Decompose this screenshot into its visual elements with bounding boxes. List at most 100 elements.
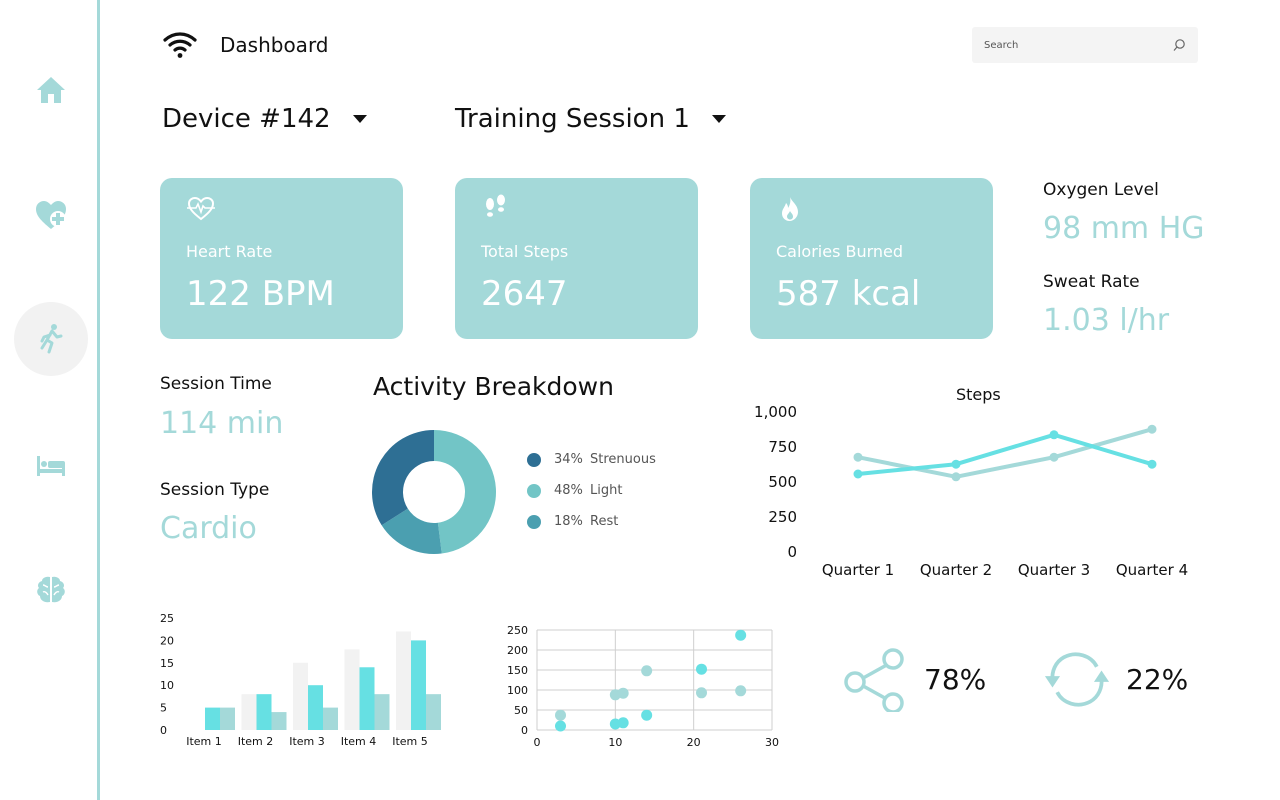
bar: [293, 662, 308, 730]
share-icon[interactable]: [842, 646, 908, 712]
share-pct: 78%: [924, 662, 987, 696]
legend-pct: 34%: [554, 452, 583, 467]
legend-label: Rest: [590, 514, 619, 529]
bed-icon: [37, 456, 65, 476]
scatter-point: [641, 709, 653, 721]
bar: [359, 667, 375, 730]
oxygen-label: Oxygen Level: [1043, 180, 1159, 200]
bar: [205, 707, 220, 730]
legend-rest: 18% Rest: [527, 514, 618, 529]
x-tick-label: Item 4: [341, 735, 377, 748]
total-steps-value: 2647: [481, 274, 568, 314]
scatter-chart: 0 50 100 150 200 250 0 10 20 30: [507, 624, 779, 749]
y-tick-label: 0: [521, 724, 528, 737]
bar: [323, 707, 338, 730]
bar: [344, 649, 360, 730]
series-point: [1049, 430, 1059, 440]
sweat-label: Sweat Rate: [1043, 272, 1140, 292]
y-tick-label: 15: [160, 657, 174, 670]
sidebar: [0, 0, 100, 800]
device-select-value: Device #142: [162, 104, 331, 134]
total-steps-card[interactable]: Total Steps 2647: [455, 178, 698, 339]
scatter-point: [617, 717, 629, 729]
y-tick-label: 20: [160, 634, 174, 647]
y-tick-label: 200: [507, 644, 528, 657]
series-point: [1049, 452, 1059, 462]
session-type-label: Session Type: [160, 480, 270, 500]
search-box[interactable]: [972, 27, 1198, 63]
x-tick-label: Quarter 2: [920, 561, 992, 579]
y-tick-label: 5: [160, 702, 167, 715]
series-point: [951, 472, 961, 482]
search-input[interactable]: [984, 39, 1172, 51]
legend-dot: [527, 483, 541, 498]
scatter-point: [696, 663, 707, 675]
sync-icon[interactable]: [1044, 646, 1110, 712]
heart-rate-card[interactable]: Heart Rate 122 BPM: [160, 178, 403, 339]
heart-rate-label: Heart Rate: [186, 242, 273, 261]
scatter-point: [735, 685, 747, 697]
chevron-down-icon: [352, 115, 367, 123]
series-point: [853, 469, 863, 479]
total-steps-label: Total Steps: [481, 242, 569, 261]
share-stat: 78%: [842, 646, 986, 712]
nav-mind[interactable]: [14, 553, 88, 627]
nav-sleep[interactable]: [14, 428, 88, 502]
sync-pct: 22%: [1126, 662, 1189, 696]
heart-plus-icon: [36, 201, 66, 229]
legend-dot: [527, 452, 541, 467]
x-tick-label: Quarter 3: [1018, 561, 1090, 579]
x-tick-label: 20: [687, 736, 701, 749]
activity-donut-chart: [372, 430, 496, 554]
scatter-point: [555, 709, 566, 721]
bar: [426, 694, 441, 730]
x-tick-label: Item 3: [289, 735, 325, 748]
sync-stat: 22%: [1044, 646, 1188, 712]
device-select[interactable]: Device #142: [162, 104, 367, 134]
bar: [396, 631, 411, 730]
x-tick-label: Quarter 4: [1116, 561, 1188, 579]
scatter-point: [617, 687, 629, 699]
flame-icon: [782, 197, 798, 221]
legend-pct: 48%: [554, 483, 583, 498]
x-tick-label: 30: [765, 736, 779, 749]
calories-card[interactable]: Calories Burned 587 kcal: [750, 178, 993, 339]
steps-line-chart: 0 250 500 750 1,000 Quarter 1 Quarter 2 Quarter…: [754, 403, 1188, 579]
bar: [256, 694, 272, 730]
nav-health[interactable]: [14, 178, 88, 252]
running-icon: [40, 324, 63, 354]
oxygen-value: 98 mm HG: [1043, 211, 1205, 246]
bar: [220, 707, 235, 730]
legend-dot: [527, 514, 541, 529]
session-select-value: Training Session 1: [455, 104, 690, 134]
session-time-value: 114 min: [160, 406, 284, 441]
legend-strenuous: 34% Strenuous: [527, 452, 656, 467]
session-type-value: Cardio: [160, 511, 257, 546]
chevron-down-icon: [711, 115, 726, 123]
y-tick-label: 1,000: [754, 403, 797, 421]
y-tick-label: 10: [160, 679, 174, 692]
y-tick-label: 25: [160, 612, 174, 625]
bar: [411, 640, 426, 730]
bar: [241, 694, 257, 730]
y-tick-label: 0: [160, 724, 167, 737]
y-tick-label: 0: [787, 543, 797, 561]
series-point: [951, 459, 961, 469]
scatter-point: [641, 665, 653, 677]
home-icon: [37, 77, 65, 103]
search-icon[interactable]: [1172, 38, 1186, 52]
nav-activity[interactable]: [14, 302, 88, 376]
session-select[interactable]: Training Session 1: [455, 104, 726, 134]
legend-label: Strenuous: [590, 452, 656, 467]
legend-pct: 18%: [554, 514, 583, 529]
session-time-label: Session Time: [160, 374, 272, 394]
series-point: [1147, 424, 1157, 434]
calories-value: 587 kcal: [776, 274, 921, 314]
donut-slice-strenuous: [372, 430, 434, 526]
footprints-icon: [486, 194, 505, 217]
sweat-value: 1.03 l/hr: [1043, 303, 1170, 338]
series-point: [1147, 459, 1157, 469]
nav-home[interactable]: [14, 53, 88, 127]
x-tick-label: 10: [608, 736, 622, 749]
series-point: [853, 452, 863, 462]
